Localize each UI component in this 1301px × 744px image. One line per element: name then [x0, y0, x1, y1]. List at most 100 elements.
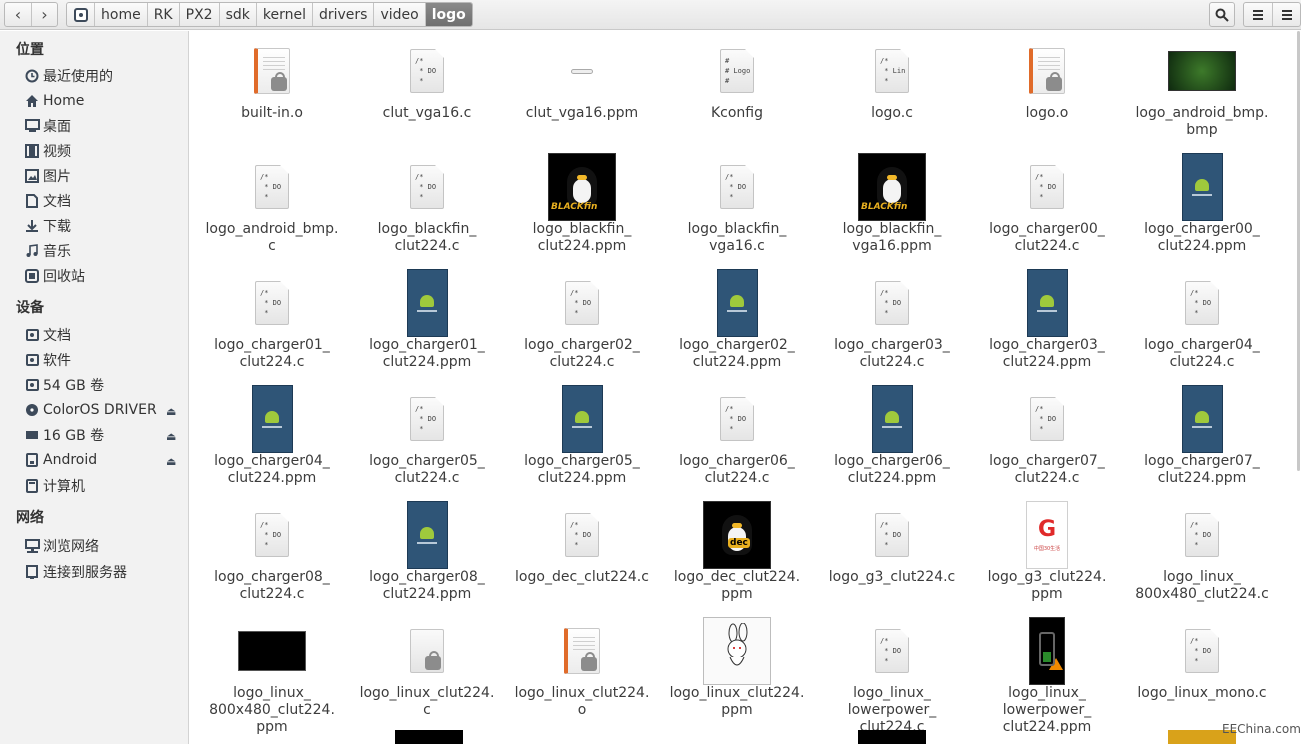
breadcrumb-root[interactable] [67, 3, 95, 26]
breadcrumb-item[interactable]: video [374, 3, 426, 26]
back-button[interactable]: ‹ [5, 3, 31, 26]
file-item[interactable]: logo_charger00_ clut224.ppm [1128, 153, 1276, 255]
file-item[interactable]: logo_linux_clut224. c [353, 617, 501, 719]
sidebar-item-videos[interactable]: 视频 [24, 140, 71, 162]
file-item[interactable]: logo_linux_clut224. o [508, 617, 656, 719]
sidebar-item-device-docs[interactable]: 文档 [24, 324, 71, 346]
sidebar-item-computer[interactable]: 计算机 [24, 475, 85, 497]
file-item[interactable]: logo_linux_clut224. ppm [663, 617, 811, 719]
sidebar-item-device-android[interactable]: Android [24, 449, 97, 471]
sidebar-item-downloads[interactable]: 下载 [24, 215, 71, 237]
file-item[interactable]: /* * DO * logo_charger06_ clut224.c [663, 385, 811, 487]
file-item[interactable]: /* * DO * logo_charger04_ clut224.c [1128, 269, 1276, 371]
file-item[interactable]: # # Logo # Kconfig [663, 37, 811, 122]
file-thumbnail-partial[interactable] [858, 730, 926, 744]
file-item[interactable]: /* * DO * logo_charger00_ clut224.c [973, 153, 1121, 255]
file-item[interactable]: /* * DO * logo_charger08_ clut224.c [198, 501, 346, 603]
breadcrumb-item[interactable]: sdk [220, 3, 257, 26]
menu-button[interactable] [1272, 3, 1300, 26]
file-item[interactable]: /* * DO * logo_charger02_ clut224.c [508, 269, 656, 371]
file-thumbnail: /* * DO * [818, 617, 966, 685]
sidebar-item-label: 桌面 [43, 119, 71, 135]
file-item[interactable]: logo_linux_ lowerpower_ clut224.ppm [973, 617, 1121, 736]
file-item[interactable]: logo.o [973, 37, 1121, 122]
scrollbar[interactable] [1297, 31, 1300, 471]
file-item[interactable]: G 中国30生活 logo_g3_clut224. ppm [973, 501, 1121, 603]
file-item[interactable]: /* * DO * logo_charger03_ clut224.c [818, 269, 966, 371]
file-item[interactable]: /* * Lin * logo.c [818, 37, 966, 122]
sidebar-item-device-coloros[interactable]: ColorOS DRIVER [24, 399, 157, 421]
file-item[interactable]: /* * DO * logo_charger01_ clut224.c [198, 269, 346, 371]
file-item[interactable]: logo_charger03_ clut224.ppm [973, 269, 1121, 371]
file-item[interactable]: /* * DO * logo_android_bmp. c [198, 153, 346, 255]
file-item[interactable]: logo_charger06_ clut224.ppm [818, 385, 966, 487]
file-item[interactable]: logo_charger05_ clut224.ppm [508, 385, 656, 487]
file-item[interactable]: clut_vga16.ppm [508, 37, 656, 122]
text-file-icon: /* * DO * [720, 397, 754, 441]
history-nav: ‹ › [4, 2, 58, 27]
sidebar-item-trash[interactable]: 回收站 [24, 265, 85, 287]
file-item[interactable]: /* * DO * logo_blackfin_ clut224.c [353, 153, 501, 255]
file-item[interactable]: logo_android_bmp. bmp [1128, 37, 1276, 139]
file-item[interactable]: logo_charger08_ clut224.ppm [353, 501, 501, 603]
file-item[interactable]: logo_linux_ 800x480_clut224. ppm [198, 617, 346, 736]
file-thumbnail-partial[interactable] [395, 730, 463, 744]
file-name: logo_charger02_ clut224.ppm [679, 337, 795, 370]
file-item[interactable]: logo_charger02_ clut224.ppm [663, 269, 811, 371]
sidebar-item-music[interactable]: 音乐 [24, 240, 71, 262]
file-thumbnail: /* * DO * [1128, 617, 1276, 685]
eject-icon[interactable]: ⏏ [166, 405, 176, 418]
file-item[interactable]: BLACKfin logo_blackfin_ vga16.ppm [818, 153, 966, 255]
file-thumbnail [663, 269, 811, 337]
list-view-button[interactable] [1244, 3, 1272, 26]
text-file-icon: /* * DO * [875, 629, 909, 673]
file-item[interactable]: logo_charger07_ clut224.ppm [1128, 385, 1276, 487]
file-item[interactable]: /* * DO * logo_linux_ 800x480_clut224.c [1128, 501, 1276, 603]
sidebar-item-recent[interactable]: 最近使用的 [24, 65, 113, 87]
forward-button[interactable]: › [31, 3, 57, 26]
sidebar-item-pictures[interactable]: 图片 [24, 165, 71, 187]
android-robot-icon [1040, 294, 1054, 307]
file-item[interactable]: /* * DO * logo_charger07_ clut224.c [973, 385, 1121, 487]
file-item[interactable]: dec logo_dec_clut224. ppm [663, 501, 811, 603]
android-robot-icon [420, 294, 434, 307]
eject-icon[interactable]: ⏏ [166, 430, 176, 443]
file-item[interactable]: built-in.o [198, 37, 346, 122]
text-file-icon: /* * DO * [565, 281, 599, 325]
breadcrumb-item[interactable]: drivers [313, 3, 375, 26]
file-name: logo_charger07_ clut224.c [989, 453, 1105, 486]
file-thumbnail: /* * DO * [663, 385, 811, 453]
eject-icon[interactable]: ⏏ [166, 455, 176, 468]
breadcrumb-item[interactable]: PX2 [180, 3, 220, 26]
file-name: logo_blackfin_ clut224.ppm [532, 221, 632, 254]
search-button[interactable] [1209, 2, 1235, 27]
breadcrumb-item[interactable]: home [95, 3, 148, 26]
file-thumbnail [973, 37, 1121, 105]
breadcrumb-item[interactable]: RK [148, 3, 180, 26]
file-item[interactable]: /* * DO * logo_linux_ lowerpower_ clut224.c [818, 617, 966, 736]
file-item[interactable]: /* * DO * logo_charger05_ clut224.c [353, 385, 501, 487]
object-file-icon [564, 628, 600, 674]
sidebar-item-browse-network[interactable]: 浏览网络 [24, 535, 99, 557]
file-item[interactable]: logo_charger04_ clut224.ppm [198, 385, 346, 487]
sidebar-item-device-16gb[interactable]: 16 GB 卷 [24, 424, 104, 446]
sidebar-item-device-54gb[interactable]: 54 GB 卷 [24, 374, 104, 396]
sidebar-item-connect-server[interactable]: 连接到服务器 [24, 561, 127, 583]
sidebar-item-desktop[interactable]: 桌面 [24, 115, 71, 137]
sidebar-item-home[interactable]: Home [24, 90, 84, 112]
file-item[interactable]: BLACKfin logo_blackfin_ clut224.ppm [508, 153, 656, 255]
image-thumbnail [238, 631, 306, 671]
sidebar-item-device-software[interactable]: 软件 [24, 349, 71, 371]
file-item[interactable]: /* * DO * logo_blackfin_ vga16.c [663, 153, 811, 255]
sidebar-item-documents[interactable]: 文档 [24, 190, 71, 212]
file-item[interactable]: /* * DO * logo_dec_clut224.c [508, 501, 656, 586]
image-icon [24, 168, 40, 184]
breadcrumb-item[interactable]: kernel [257, 3, 313, 26]
file-item[interactable]: /* * DO * logo_linux_mono.c [1128, 617, 1276, 702]
text-file-icon: /* * DO * [565, 513, 599, 557]
file-item[interactable]: /* * DO * clut_vga16.c [353, 37, 501, 122]
file-item[interactable]: /* * DO * logo_g3_clut224.c [818, 501, 966, 586]
breadcrumb-current[interactable]: logo [425, 3, 472, 26]
text-file-icon: /* * DO * [720, 165, 754, 209]
file-item[interactable]: logo_charger01_ clut224.ppm [353, 269, 501, 371]
